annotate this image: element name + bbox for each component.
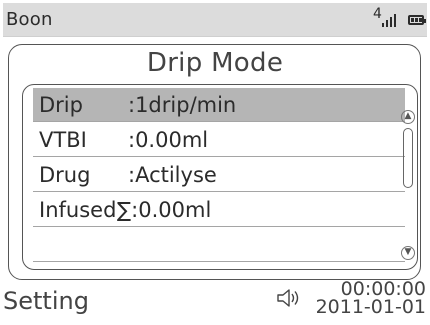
- row-label: Drug: [39, 163, 91, 187]
- status-title: Boon: [6, 9, 53, 30]
- row-value: :Actilyse: [128, 163, 217, 187]
- row-value: :1drip/min: [128, 93, 237, 117]
- row-label: Drip: [39, 93, 83, 117]
- row-label: Infused: [39, 198, 117, 222]
- list-item-drug[interactable]: Drug :Actilyse: [33, 158, 405, 192]
- date-display: 2011-01-01: [315, 296, 426, 318]
- page-title: Drip Mode: [146, 48, 284, 78]
- parameter-list: Drip :1drip/min VTBI :0.00ml Drug :Actil…: [22, 84, 418, 270]
- scroll-thumb[interactable]: [403, 128, 413, 188]
- pump-screen: Boon 4 Drip Mode Drip :1drip/min VTBI :0…: [0, 0, 430, 325]
- scroll-down-icon[interactable]: ▼: [401, 246, 415, 260]
- scroll-track[interactable]: [403, 128, 413, 242]
- signal-strength-icon: 4: [373, 7, 403, 31]
- battery-icon: [408, 15, 426, 25]
- setting-softkey[interactable]: Setting: [3, 287, 89, 315]
- list-item-vtbi[interactable]: VTBI :0.00ml: [33, 123, 405, 157]
- signal-level: 4: [373, 6, 382, 22]
- clock-display: 00:00:00 2011-01-01: [306, 280, 426, 318]
- row-value: ∑:0.00ml: [117, 198, 212, 222]
- scrollbar[interactable]: ▲ ▼: [401, 110, 415, 260]
- list-item-infused[interactable]: Infused ∑:0.00ml: [33, 193, 405, 227]
- list-item-drip[interactable]: Drip :1drip/min: [33, 88, 405, 122]
- speaker-icon: [277, 289, 299, 307]
- row-label: VTBI: [39, 128, 87, 152]
- scroll-up-icon[interactable]: ▲: [401, 110, 415, 124]
- status-bar: Boon 4: [3, 3, 427, 37]
- list-item-empty[interactable]: [33, 228, 405, 262]
- row-value: :0.00ml: [128, 128, 209, 152]
